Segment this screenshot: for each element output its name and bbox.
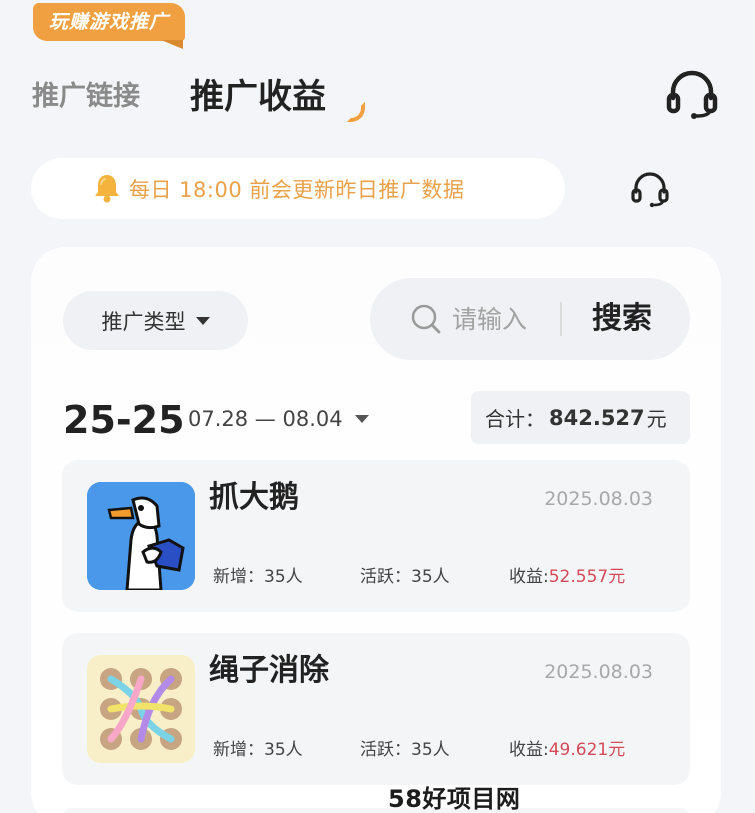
total-earnings: 合计： 842.527 元: [471, 391, 690, 444]
headset-icon-small[interactable]: [630, 172, 670, 208]
earn-label: 收益:: [509, 740, 549, 760]
earn-value: 52.557元: [548, 567, 626, 587]
game-name: 抓大鹅: [209, 480, 299, 515]
earn-label: 收益:: [509, 567, 549, 587]
game-date: 2025.08.03: [544, 661, 653, 683]
search-input[interactable]: [452, 299, 562, 339]
total-amount: 842.527: [549, 405, 645, 430]
bell-icon: [95, 175, 119, 203]
search-bar: 搜索: [370, 278, 690, 360]
notice-text: 每日 18:00 前会更新昨日推广数据: [129, 177, 465, 202]
app-badge: 玩赚游戏推广: [33, 3, 186, 49]
notice-banner: 每日 18:00 前会更新昨日推广数据: [31, 158, 565, 219]
active-users: 活跃：35人: [360, 740, 450, 760]
game-name: 绳子消除: [209, 653, 329, 688]
date-range-text: 07.28 — 08.04: [188, 407, 343, 431]
game-date: 2025.08.03: [544, 488, 653, 510]
total-unit: 元: [646, 407, 667, 431]
search-icon: [411, 304, 441, 334]
tab-promo-earnings[interactable]: 推广收益: [190, 76, 326, 118]
new-users: 新增：35人: [213, 740, 303, 760]
game-earnings: 收益:52.557元: [509, 562, 625, 587]
caret-down-icon: [195, 316, 210, 325]
promo-type-label: 推广类型: [101, 309, 186, 334]
active-users: 活跃：35人: [360, 567, 450, 587]
watermark-text: 58好项目网www.58hxm.com: [388, 785, 521, 813]
tab-promo-link[interactable]: 推广链接: [32, 76, 140, 118]
active-tab-indicator: [347, 102, 365, 122]
year-range: 25-25: [63, 398, 185, 442]
headset-icon[interactable]: [665, 70, 719, 120]
caret-down-icon: [354, 415, 369, 423]
rope-game-icon: [87, 655, 195, 763]
search-button[interactable]: 搜索: [592, 296, 652, 342]
search-divider: [560, 302, 562, 336]
game-card[interactable]: 抓大鹅 2025.08.03 新增：35人 活跃：35人 收益:52.557元: [62, 460, 690, 612]
new-users: 新增：35人: [213, 567, 303, 587]
game-card[interactable]: 绳子消除 2025.08.03 新增：35人 活跃：35人 收益:49.621元: [62, 633, 690, 785]
total-label: 合计：: [485, 407, 545, 431]
game-earnings: 收益:49.621元: [509, 735, 625, 760]
goose-game-icon: [87, 482, 195, 590]
promo-type-dropdown[interactable]: 推广类型: [63, 291, 248, 350]
date-range-picker[interactable]: 07.28 — 08.04: [188, 402, 369, 436]
earn-value: 49.621元: [548, 740, 626, 760]
